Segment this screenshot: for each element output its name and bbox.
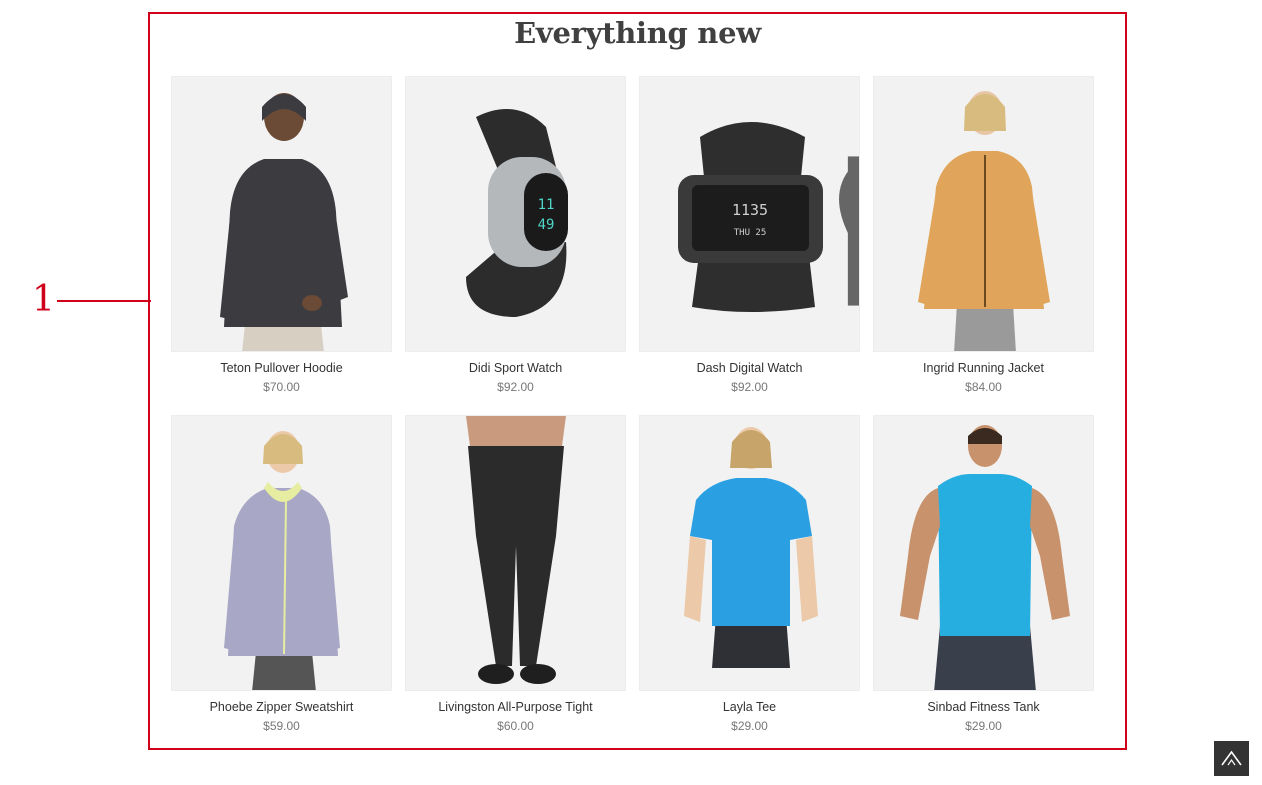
product-grid: Teton Pullover Hoodie $70.00 11 49 Didi …: [171, 76, 1094, 733]
svg-text:1135: 1135: [732, 201, 768, 219]
chevron-up-icon: [1221, 750, 1242, 766]
product-price: $92.00: [731, 380, 768, 394]
annotation-callout-number: 1: [32, 279, 55, 320]
product-name[interactable]: Didi Sport Watch: [405, 361, 626, 375]
product-price: $29.00: [965, 719, 1002, 733]
product-card[interactable]: Ingrid Running Jacket $84.00: [873, 76, 1094, 394]
product-price: $60.00: [497, 719, 534, 733]
product-card[interactable]: Layla Tee $29.00: [639, 415, 860, 733]
product-card[interactable]: 11 49 Didi Sport Watch $92.00: [405, 76, 626, 394]
product-name[interactable]: Ingrid Running Jacket: [873, 361, 1094, 375]
product-name[interactable]: Dash Digital Watch: [639, 361, 860, 375]
product-image-ingrid-running-jacket[interactable]: [873, 76, 1094, 352]
svg-text:49: 49: [538, 217, 555, 233]
product-image-dash-digital-watch[interactable]: 1135 THU 25: [639, 76, 860, 352]
product-price: $84.00: [965, 380, 1002, 394]
product-card[interactable]: Sinbad Fitness Tank $29.00: [873, 415, 1094, 733]
section-title: Everything new: [514, 16, 761, 50]
product-price: $70.00: [263, 380, 300, 394]
everything-new-section: Everything new Teton Pullover Hoodie $70…: [148, 12, 1127, 750]
product-price: $92.00: [497, 380, 534, 394]
compare-icon[interactable]: [823, 122, 859, 306]
svg-text:11: 11: [538, 197, 555, 213]
svg-text:THU 25: THU 25: [734, 228, 767, 238]
product-price: $59.00: [263, 719, 300, 733]
product-card[interactable]: Livingston All-Purpose Tight $60.00: [405, 415, 626, 733]
product-name[interactable]: Teton Pullover Hoodie: [171, 361, 392, 375]
product-image-teton-pullover-hoodie[interactable]: [171, 76, 392, 352]
product-image-sinbad-fitness-tank[interactable]: [873, 415, 1094, 691]
product-name[interactable]: Layla Tee: [639, 700, 860, 714]
product-image-layla-tee[interactable]: [639, 415, 860, 691]
back-to-top-button[interactable]: [1214, 741, 1249, 776]
product-card[interactable]: Teton Pullover Hoodie $70.00: [171, 76, 392, 394]
product-card[interactable]: Phoebe Zipper Sweatshirt $59.00: [171, 415, 392, 733]
product-name[interactable]: Phoebe Zipper Sweatshirt: [171, 700, 392, 714]
product-price: $29.00: [731, 719, 768, 733]
annotation-callout-line: [57, 300, 151, 302]
product-card[interactable]: 1135 THU 25 Dash Digital Watch $92.00: [639, 76, 860, 394]
product-name[interactable]: Livingston All-Purpose Tight: [405, 700, 626, 714]
product-image-livingston-all-purpose-tight[interactable]: [405, 415, 626, 691]
product-image-phoebe-zipper-sweatshirt[interactable]: [171, 415, 392, 691]
product-image-didi-sport-watch[interactable]: 11 49: [405, 76, 626, 352]
product-name[interactable]: Sinbad Fitness Tank: [873, 700, 1094, 714]
product-hover-actions: [823, 93, 859, 306]
